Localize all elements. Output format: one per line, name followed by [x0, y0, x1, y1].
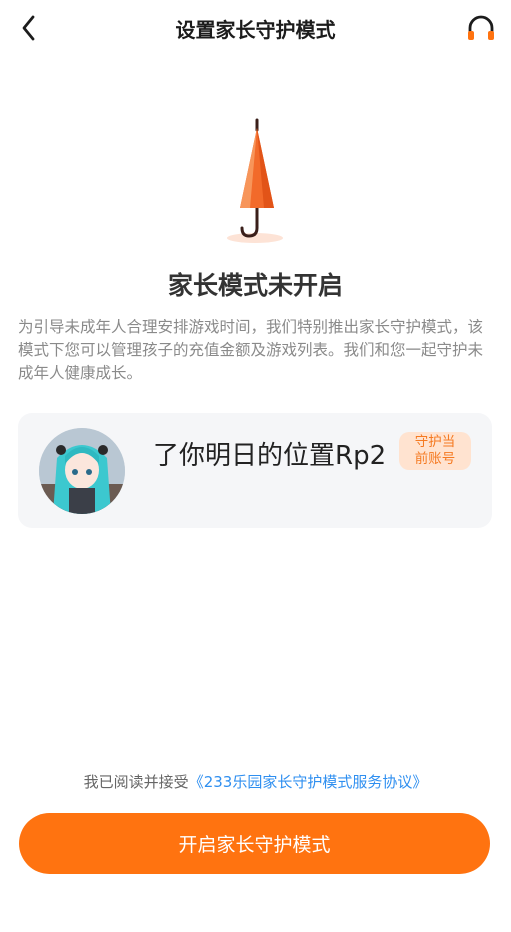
- umbrella-icon: [227, 118, 283, 243]
- header-bar: 设置家长守护模式: [0, 0, 511, 58]
- mode-description: 为引导未成年人合理安排游戏时间，我们特别推出家长守护模式，该模式下您可以管理孩子…: [18, 318, 484, 382]
- enable-parent-mode-button[interactable]: 开启家长守护模式: [19, 813, 490, 874]
- current-account-badge: 守护当 前账号: [399, 432, 471, 470]
- account-name: 了你明日的位置Rp2: [153, 441, 387, 471]
- badge-line-1: 守护当: [414, 434, 456, 450]
- account-card: 了你明日的位置Rp2 守护当 前账号: [18, 413, 492, 528]
- closed-umbrella-illustration: [220, 116, 290, 246]
- page-title: 设置家长守护模式: [175, 18, 336, 42]
- mode-status-title: 家长模式未开启: [167, 271, 343, 300]
- badge-line-2: 前账号: [414, 451, 456, 467]
- support-button[interactable]: [465, 12, 497, 44]
- avatar: [39, 428, 125, 514]
- headphones-icon: [468, 15, 494, 40]
- anime-avatar-icon: [39, 428, 125, 514]
- agreement-text: 我已阅读并接受《233乐园家长守护模式服务协议》: [0, 771, 511, 792]
- agreement-prefix: 我已阅读并接受: [83, 773, 189, 791]
- agreement-link[interactable]: 《233乐园家长守护模式服务协议》: [189, 773, 428, 791]
